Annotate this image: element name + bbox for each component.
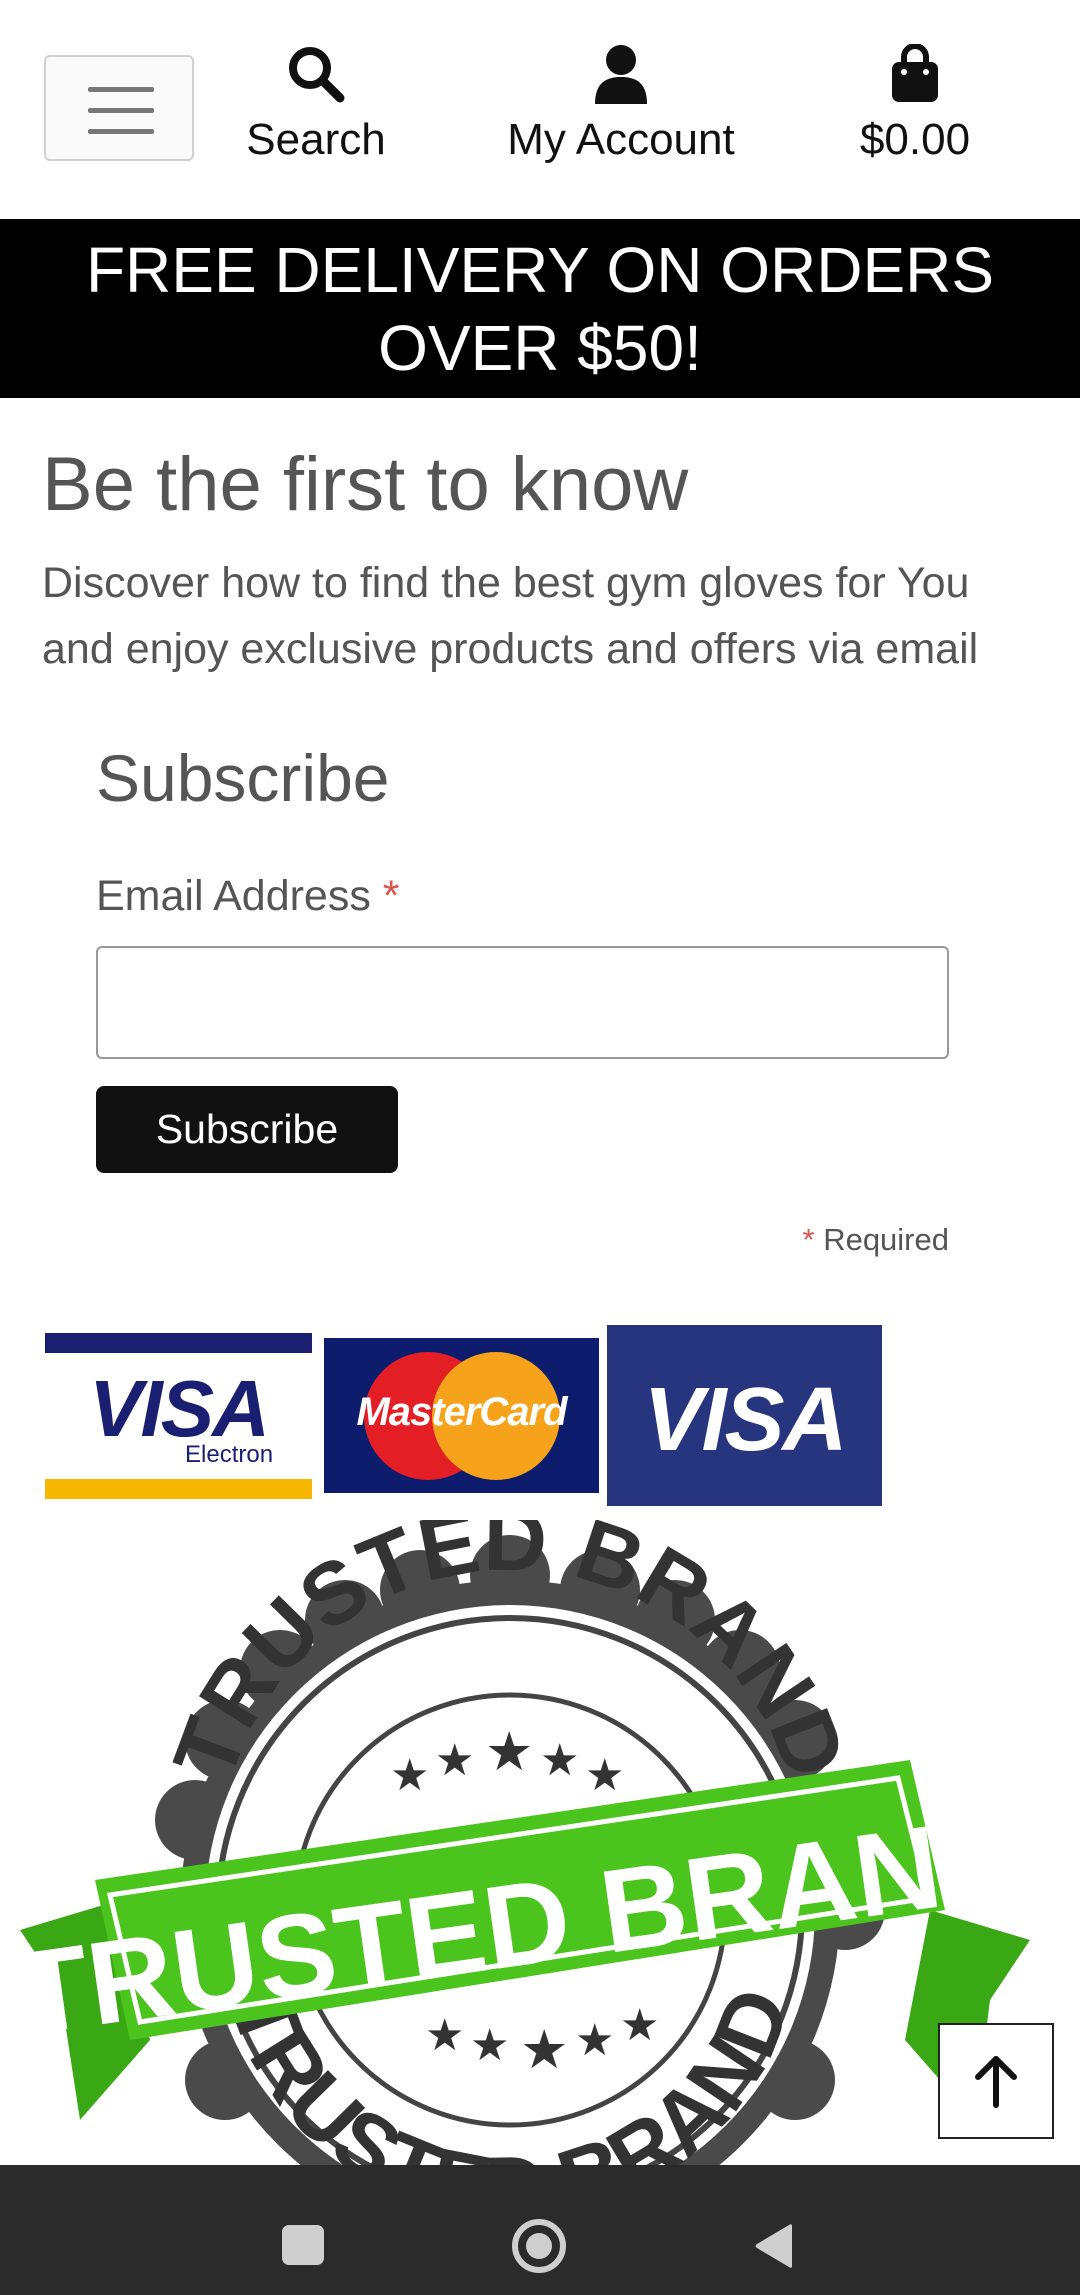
back-to-top-button[interactable] [938,2023,1054,2139]
hamburger-menu-icon-bar [88,108,154,113]
subscribe-button[interactable]: Subscribe [96,1086,398,1173]
visa-electron-sub: Electron [185,1441,274,1468]
subscribe-title: Subscribe [96,741,390,815]
hamburger-menu-button[interactable] [44,55,194,161]
svg-text:★: ★ [585,1750,624,1801]
my-account-label: My Account [507,115,735,164]
required-note-text: Required [823,1222,949,1257]
cart-total: $0.00 [859,115,971,164]
promo-title: Be the first to know [42,442,689,527]
banner-line-1: FREE DELIVERY ON ORDERS [85,234,995,306]
email-label-text: Email Address [96,872,371,920]
hamburger-menu-icon-bar [88,129,154,134]
shopping-bag-icon [892,44,938,102]
mastercard-brand: MasterCard [356,1390,567,1434]
required-star: * [382,872,400,920]
svg-text:★: ★ [470,2020,509,2071]
triangle-back-icon[interactable] [752,2223,796,2269]
svg-text:★: ★ [575,2015,614,2066]
search-link[interactable]: Search [236,44,396,166]
required-note: * Required [700,1218,949,1262]
visa-logo: VISA [607,1325,882,1506]
trusted-brand-badge: TRUSTED BRAND TRUSTED BRAND ★★★ ★★ ★★★ ★… [20,1520,1030,2165]
my-account-link[interactable]: My Account [490,44,752,166]
visa-electron-top-stripe [45,1333,312,1353]
cart-link[interactable]: $0.00 [850,44,980,166]
promo-description: Discover how to find the best gym gloves… [42,559,979,673]
mastercard-logo: MasterCard [324,1338,599,1493]
trusted-brand-seal-icon: TRUSTED BRAND TRUSTED BRAND ★★★ ★★ ★★★ ★… [20,1520,1030,2165]
circle-icon[interactable] [512,2219,566,2273]
banner-line-2: OVER $50! [378,312,702,384]
svg-text:★: ★ [390,1750,429,1801]
search-label: Search [246,115,386,164]
email-field[interactable] [96,946,949,1059]
site-header: Search My Account $0.00 [0,0,1080,219]
svg-text:★: ★ [435,1735,474,1786]
user-icon [595,45,647,104]
visa-electron-logo: VISA Electron [45,1333,312,1499]
visa-electron-bottom-stripe [45,1479,312,1499]
svg-text:★: ★ [620,2000,659,2051]
svg-text:★: ★ [425,2010,464,2061]
free-delivery-banner: FREE DELIVERY ON ORDERS OVER $50! [0,219,1080,398]
svg-text:★: ★ [540,1735,579,1786]
search-icon [289,47,345,103]
square-icon[interactable] [282,2225,324,2265]
email-address-label: Email Address * [96,866,400,926]
hamburger-menu-icon [88,87,154,92]
visa-brand: VISA [643,1370,847,1470]
svg-text:★: ★ [485,1720,533,1783]
svg-text:★: ★ [520,2018,568,2081]
required-note-star: * [802,1222,815,1257]
arrow-up-icon [975,2056,1017,2108]
home-dot [526,2233,552,2259]
system-navigation-bar [0,2165,1080,2295]
